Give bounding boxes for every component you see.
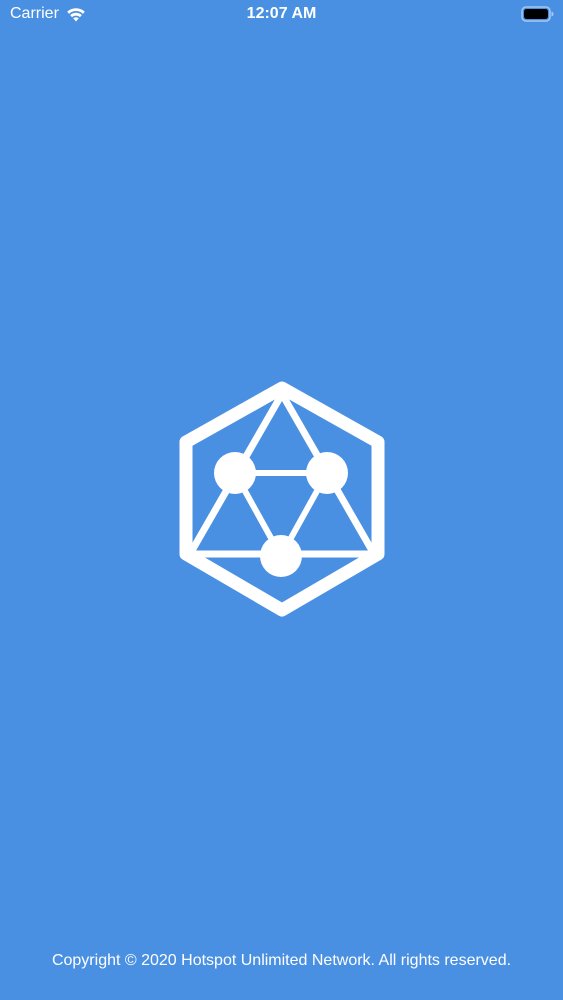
status-time: 12:07 AM [246, 5, 317, 22]
splash-screen: Carrier 12:07 AM Copyright © 2020 Hotspo… [0, 0, 563, 1000]
hexagon-network-logo [179, 381, 385, 617]
status-bar: Carrier 12:07 AM [0, 0, 563, 30]
battery-icon [521, 6, 554, 22]
copyright-text: Copyright © 2020 Hotspot Unlimited Netwo… [51, 952, 512, 969]
